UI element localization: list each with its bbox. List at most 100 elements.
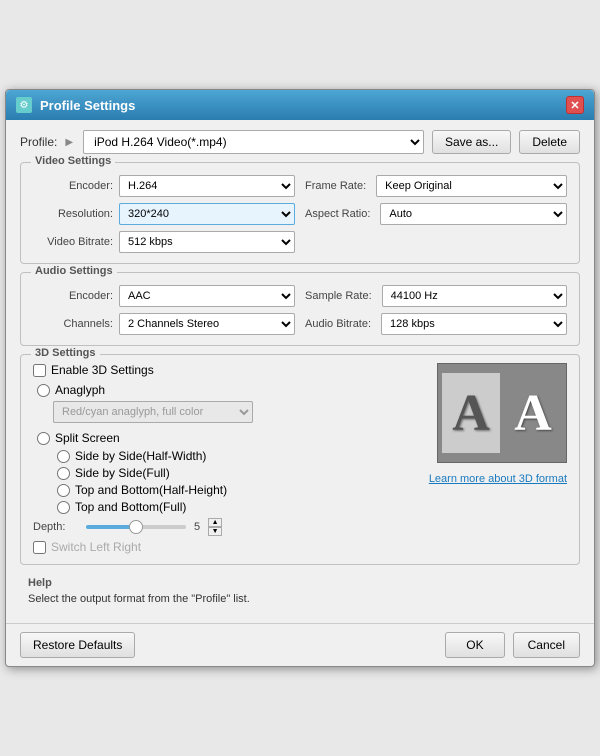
video-settings-section: Video Settings Encoder: H.264 Frame Rate… xyxy=(20,162,580,264)
split-screen-row: Split Screen xyxy=(37,431,419,445)
help-text: Select the output format from the "Profi… xyxy=(28,593,572,605)
video-bitrate-row: Video Bitrate: 512 kbps xyxy=(33,231,295,253)
audio-bitrate-row: Audio Bitrate: 128 kbps xyxy=(305,313,567,335)
channels-row: Channels: 2 Channels Stereo xyxy=(33,313,295,335)
depth-spinner-down[interactable]: ▼ xyxy=(208,527,222,536)
profile-label: Profile: xyxy=(20,135,57,149)
aspect-ratio-label: Aspect Ratio: xyxy=(305,208,370,220)
video-bitrate-label: Video Bitrate: xyxy=(33,236,113,248)
bottom-right: OK Cancel xyxy=(445,632,580,658)
aa-inner: A A xyxy=(442,373,562,453)
switch-left-right-label[interactable]: Switch Left Right xyxy=(51,540,141,554)
close-button[interactable]: ✕ xyxy=(566,96,584,114)
enable-3d-label[interactable]: Enable 3D Settings xyxy=(51,363,154,377)
resolution-select[interactable]: 320*240 xyxy=(119,203,295,225)
split-screen-radio[interactable] xyxy=(37,432,50,445)
audio-settings-title: Audio Settings xyxy=(31,265,117,277)
anaglyph-label[interactable]: Anaglyph xyxy=(55,383,105,397)
cancel-button[interactable]: Cancel xyxy=(513,632,580,658)
bottom-bar: Restore Defaults OK Cancel xyxy=(6,623,594,666)
depth-label: Depth: xyxy=(33,521,78,533)
audio-encoder-row: Encoder: AAC xyxy=(33,285,295,307)
ok-button[interactable]: OK xyxy=(445,632,504,658)
anaglyph-radio[interactable] xyxy=(37,384,50,397)
delete-button[interactable]: Delete xyxy=(519,130,580,154)
aspect-ratio-select[interactable]: Auto xyxy=(380,203,567,225)
side-full-radio[interactable] xyxy=(57,467,70,480)
audio-encoder-label: Encoder: xyxy=(33,290,113,302)
3d-layout: Enable 3D Settings Anaglyph Red/cyan ana… xyxy=(33,363,567,554)
split-screen-options: Side by Side(Half-Width) Side by Side(Fu… xyxy=(57,449,419,514)
depth-spinner: ▲ ▼ xyxy=(208,518,222,536)
channels-select[interactable]: 2 Channels Stereo xyxy=(119,313,295,335)
top-full-radio[interactable] xyxy=(57,501,70,514)
anaglyph-type-select[interactable]: Red/cyan anaglyph, full color xyxy=(53,401,253,423)
video-settings-title: Video Settings xyxy=(31,155,115,167)
top-half-row: Top and Bottom(Half-Height) xyxy=(57,483,419,497)
restore-defaults-button[interactable]: Restore Defaults xyxy=(20,632,135,658)
enable-3d-checkbox[interactable] xyxy=(33,364,46,377)
3d-settings-section: 3D Settings Enable 3D Settings Anaglyph xyxy=(20,354,580,565)
frame-rate-label: Frame Rate: xyxy=(305,180,366,192)
side-half-label[interactable]: Side by Side(Half-Width) xyxy=(75,449,206,463)
help-section: Help Select the output format from the "… xyxy=(20,573,580,613)
aa-letter-left: A xyxy=(442,373,500,453)
resolution-label: Resolution: xyxy=(33,208,113,220)
dialog-body: Profile: ▶ iPod H.264 Video(*.mp4) Save … xyxy=(6,120,594,623)
side-half-radio[interactable] xyxy=(57,450,70,463)
profile-icon: ▶ xyxy=(65,137,73,148)
profile-settings-dialog: ⚙ Profile Settings ✕ Profile: ▶ iPod H.2… xyxy=(5,89,595,667)
audio-bitrate-select[interactable]: 128 kbps xyxy=(381,313,567,335)
anaglyph-select-row: Red/cyan anaglyph, full color xyxy=(53,401,419,423)
aspect-ratio-row: Aspect Ratio: Auto xyxy=(305,203,567,225)
side-full-row: Side by Side(Full) xyxy=(57,466,419,480)
top-half-label[interactable]: Top and Bottom(Half-Height) xyxy=(75,483,227,497)
encoder-select[interactable]: H.264 xyxy=(119,175,295,197)
3d-right: A A Learn more about 3D format xyxy=(429,363,567,554)
aa-preview: A A xyxy=(437,363,567,463)
profile-select[interactable]: iPod H.264 Video(*.mp4) xyxy=(83,130,424,154)
3d-left: Enable 3D Settings Anaglyph Red/cyan ana… xyxy=(33,363,419,554)
learn-more-link[interactable]: Learn more about 3D format xyxy=(429,473,567,485)
frame-rate-select[interactable]: Keep Original xyxy=(376,175,567,197)
settings-icon: ⚙ xyxy=(16,97,32,113)
audio-settings-grid: Encoder: AAC Sample Rate: 44100 Hz Chann… xyxy=(33,285,567,335)
split-screen-label[interactable]: Split Screen xyxy=(55,431,120,445)
3d-settings-title: 3D Settings xyxy=(31,347,100,359)
depth-row: Depth: 5 ▲ ▼ xyxy=(33,518,419,536)
switch-row: Switch Left Right xyxy=(33,540,419,554)
dialog-title: Profile Settings xyxy=(40,98,135,113)
depth-spinner-up[interactable]: ▲ xyxy=(208,518,222,527)
side-half-row: Side by Side(Half-Width) xyxy=(57,449,419,463)
sample-rate-select[interactable]: 44100 Hz xyxy=(382,285,567,307)
aa-letter-right: A xyxy=(504,373,562,453)
top-full-row: Top and Bottom(Full) xyxy=(57,500,419,514)
sample-rate-row: Sample Rate: 44100 Hz xyxy=(305,285,567,307)
video-settings-grid: Encoder: H.264 Frame Rate: Keep Original… xyxy=(33,175,567,253)
top-full-label[interactable]: Top and Bottom(Full) xyxy=(75,500,186,514)
encoder-label: Encoder: xyxy=(33,180,113,192)
resolution-row: Resolution: 320*240 xyxy=(33,203,295,225)
side-full-label[interactable]: Side by Side(Full) xyxy=(75,466,170,480)
title-bar-left: ⚙ Profile Settings xyxy=(16,97,135,113)
3d-radio-group: Anaglyph Red/cyan anaglyph, full color S… xyxy=(37,383,419,514)
enable-3d-row: Enable 3D Settings xyxy=(33,363,419,377)
title-bar: ⚙ Profile Settings ✕ xyxy=(6,90,594,120)
channels-label: Channels: xyxy=(33,318,113,330)
depth-slider[interactable] xyxy=(86,525,186,529)
audio-encoder-select[interactable]: AAC xyxy=(119,285,295,307)
depth-value: 5 xyxy=(194,521,200,533)
video-bitrate-select[interactable]: 512 kbps xyxy=(119,231,295,253)
encoder-row: Encoder: H.264 xyxy=(33,175,295,197)
frame-rate-row: Frame Rate: Keep Original xyxy=(305,175,567,197)
help-title: Help xyxy=(28,577,572,589)
video-row3-right xyxy=(305,231,567,253)
audio-bitrate-label: Audio Bitrate: xyxy=(305,318,371,330)
anaglyph-row: Anaglyph xyxy=(37,383,419,397)
sample-rate-label: Sample Rate: xyxy=(305,290,372,302)
audio-settings-section: Audio Settings Encoder: AAC Sample Rate:… xyxy=(20,272,580,346)
top-half-radio[interactable] xyxy=(57,484,70,497)
save-as-button[interactable]: Save as... xyxy=(432,130,511,154)
switch-left-right-checkbox[interactable] xyxy=(33,541,46,554)
profile-row: Profile: ▶ iPod H.264 Video(*.mp4) Save … xyxy=(20,130,580,154)
